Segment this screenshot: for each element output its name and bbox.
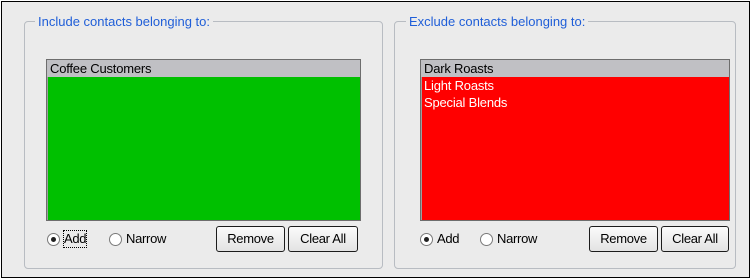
include-add-label: Add	[62, 230, 88, 248]
contact-filter-panel: Include contacts belonging to: Coffee Cu…	[1, 1, 750, 278]
exclude-narrow-radio[interactable]: Narrow	[480, 230, 537, 248]
radio-checked-icon	[420, 232, 433, 246]
include-narrow-radio[interactable]: Narrow	[109, 230, 166, 248]
exclude-list-item[interactable]: Light Roasts	[421, 77, 729, 94]
include-remove-button[interactable]: Remove	[216, 226, 285, 252]
radio-unchecked-icon	[480, 232, 493, 246]
exclude-narrow-label: Narrow	[497, 231, 538, 246]
include-group-title: Include contacts belonging to:	[35, 14, 214, 30]
exclude-add-radio[interactable]: Add	[420, 230, 460, 248]
exclude-listbox[interactable]: Dark Roasts Light Roasts Special Blends	[420, 59, 730, 221]
include-narrow-label: Narrow	[126, 231, 167, 246]
include-listbox[interactable]: Coffee Customers	[46, 59, 361, 221]
exclude-group-title: Exclude contacts belonging to:	[406, 14, 589, 30]
include-list-item[interactable]: Coffee Customers	[47, 60, 360, 77]
exclude-list-item[interactable]: Special Blends	[421, 94, 729, 111]
radio-unchecked-icon	[109, 232, 122, 246]
exclude-add-label: Add	[437, 231, 460, 246]
exclude-list-item[interactable]: Dark Roasts	[421, 60, 729, 77]
include-clear-all-button[interactable]: Clear All	[288, 226, 358, 252]
exclude-remove-button[interactable]: Remove	[589, 226, 658, 252]
exclude-clear-all-button[interactable]: Clear All	[661, 226, 729, 252]
include-add-radio[interactable]: Add	[47, 230, 88, 248]
radio-checked-icon	[47, 232, 60, 246]
